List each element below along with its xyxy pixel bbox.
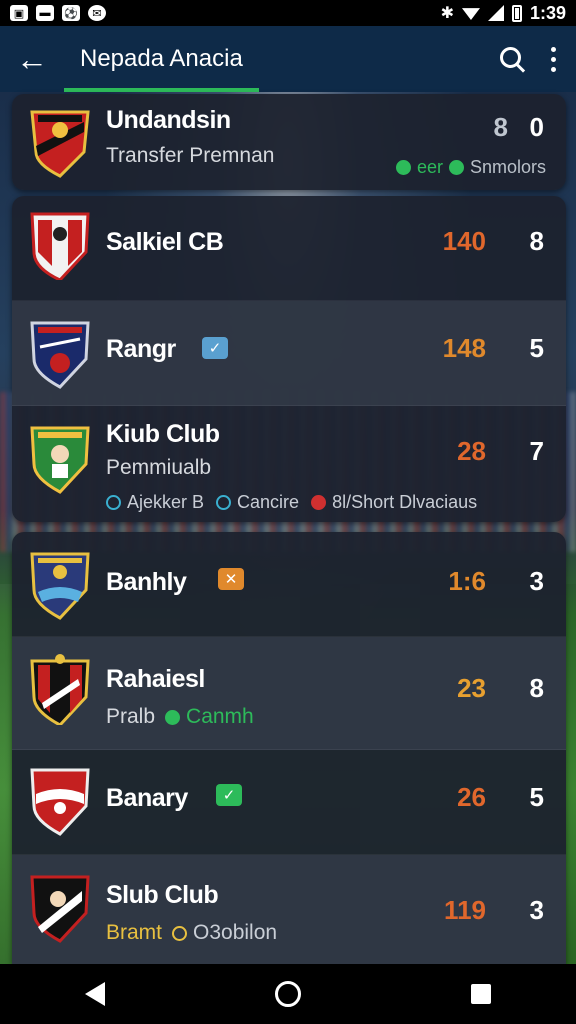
score-secondary: 3 (529, 566, 544, 596)
green-dot-icon (448, 160, 464, 175)
subtitle-tag: O3obilon (193, 921, 278, 944)
score-primary: 26 (457, 782, 486, 812)
team-name: Slub Club (106, 881, 219, 909)
check-icon (165, 709, 181, 725)
team-subtitle: Bramt (106, 921, 163, 944)
score-secondary: 8 (529, 673, 544, 703)
back-arrow-icon[interactable]: ← (0, 26, 64, 92)
search-icon[interactable] (499, 46, 525, 72)
messenger-icon: ✉ (88, 5, 106, 21)
status-bar: ▣ ▬ ⚽ ✉ ✱ 1:39 (0, 0, 576, 26)
app-bar: ← Nepada Anacia (0, 26, 576, 92)
status-tag-label: Snmolors (469, 157, 546, 177)
tag-label: Ajekker B (127, 492, 205, 512)
info-icon (106, 495, 121, 510)
shield-icon (216, 495, 232, 510)
status-tag-prefix: eer (416, 157, 443, 177)
club-crest-icon (28, 422, 92, 494)
score-primary: 1:6 (448, 566, 486, 596)
soccer-icon: ⚽ (62, 5, 80, 21)
title-tab[interactable]: Nepada Anacia (64, 26, 259, 92)
list-item[interactable]: Kiub Club Pemmiualb 28 7 Ajekker B Canci… (12, 406, 566, 522)
team-card: Salkiel CB 140 8 Rangr ✓ 148 5 Kiub Club… (12, 196, 566, 522)
list-item[interactable]: Salkiel CB 140 8 (12, 196, 566, 301)
check-icon: ✓ (202, 337, 228, 359)
team-subtitle-line: Pralb Canmh (106, 705, 254, 729)
page-title: Nepada Anacia (80, 45, 243, 72)
signal-icon (487, 5, 504, 21)
list-item[interactable]: Rangr ✓ 148 5 (12, 301, 566, 406)
team-name: Kiub Club (106, 420, 220, 448)
bluetooth-icon: ✱ (440, 5, 454, 22)
cross-icon: ✕ (218, 568, 244, 590)
team-name: Banhly (106, 568, 187, 596)
list-item[interactable]: Banary ✓ 26 5 (12, 750, 566, 855)
list-item[interactable]: Slub Club Bramt O3obilon 119 3 (12, 855, 566, 964)
team-name: Rangr (106, 335, 176, 363)
list-item[interactable]: Rahaiesl Pralb Canmh 23 8 (12, 637, 566, 750)
alert-icon (311, 495, 327, 510)
clock: 1:39 (529, 2, 566, 23)
score-primary: 140 (442, 226, 486, 256)
more-options-icon[interactable] (551, 46, 556, 72)
club-crest-icon (28, 871, 92, 943)
check-icon (395, 160, 411, 175)
score-primary: 23 (457, 673, 486, 703)
club-crest-icon (28, 317, 92, 389)
club-crest-icon (28, 548, 92, 620)
battery-icon (511, 4, 522, 22)
score-primary: 8 (493, 112, 508, 142)
score-primary: 148 (442, 333, 486, 363)
list-item[interactable]: Banhly ✕ 1:6 3 (12, 532, 566, 637)
club-crest-icon (28, 106, 92, 178)
status-tag: eer Snmolors (395, 157, 546, 178)
system-nav-bar (0, 964, 576, 1024)
score-secondary: 7 (529, 436, 544, 466)
message-icon: ▬ (36, 5, 54, 21)
team-name: Salkiel CB (106, 228, 224, 256)
nav-back-icon[interactable] (85, 982, 105, 1006)
team-name: Undandsin (106, 106, 231, 134)
tag-list: Ajekker B Cancire 8l/Short Dlvaciaus (106, 492, 477, 513)
list-item[interactable]: Undandsin Transfer Premnan 8 0 eer Snmol… (12, 94, 566, 190)
score-secondary: 5 (529, 333, 544, 363)
team-name: Rahaiesl (106, 665, 205, 693)
score-secondary: 3 (529, 895, 544, 925)
coin-icon (172, 925, 188, 941)
subtitle-tag: Canmh (186, 705, 254, 728)
score-secondary: 0 (529, 112, 544, 142)
check-icon: ✓ (216, 784, 242, 806)
active-tab-indicator (64, 88, 259, 92)
team-subtitle: Pralb (106, 705, 156, 728)
score-secondary: 5 (529, 782, 544, 812)
club-crest-icon (28, 764, 92, 836)
nav-home-icon[interactable] (275, 981, 301, 1007)
tag-label: Cancire (237, 492, 300, 512)
team-name: Banary (106, 784, 188, 812)
team-subtitle: Transfer Premnan (106, 144, 275, 167)
gallery-icon: ▣ (10, 5, 28, 21)
score-primary: 119 (444, 895, 486, 925)
club-crest-icon (28, 208, 92, 280)
team-subtitle-line: Bramt O3obilon (106, 921, 277, 945)
team-card: Undandsin Transfer Premnan 8 0 eer Snmol… (12, 94, 566, 190)
club-crest-icon (28, 653, 92, 725)
team-subtitle: Pemmiualb (106, 456, 212, 479)
wifi-icon (461, 8, 480, 20)
system-icons: ✱ 1:39 (441, 3, 566, 24)
tag-label: 8l/Short Dlvaciaus (332, 492, 478, 512)
team-card: Banhly ✕ 1:6 3 Rahaiesl Pralb Canmh 23 8… (12, 532, 566, 964)
score-primary: 28 (457, 436, 486, 466)
nav-recents-icon[interactable] (471, 984, 491, 1004)
notification-icons: ▣ ▬ ⚽ ✉ (10, 5, 106, 21)
score-secondary: 8 (529, 226, 544, 256)
